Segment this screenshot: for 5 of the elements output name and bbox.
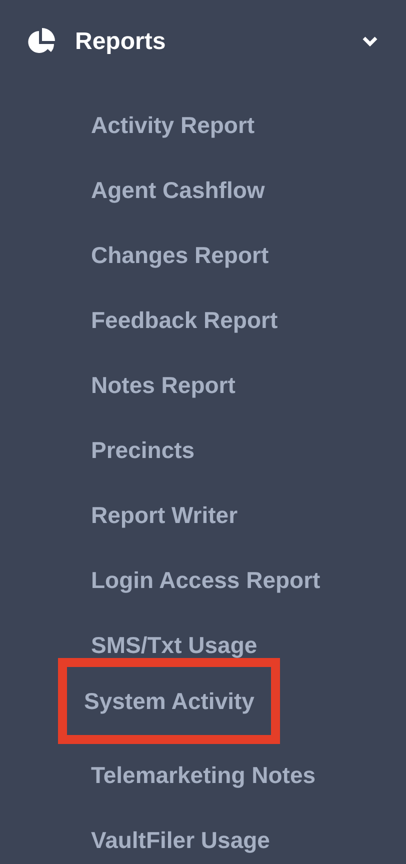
pie-chart-icon — [27, 28, 55, 56]
chevron-icon — [362, 36, 378, 48]
menu-item[interactable]: System Activity — [58, 658, 280, 744]
menu-title: Reports — [75, 28, 167, 56]
reports-menu-header[interactable]: Reports — [0, 22, 406, 62]
